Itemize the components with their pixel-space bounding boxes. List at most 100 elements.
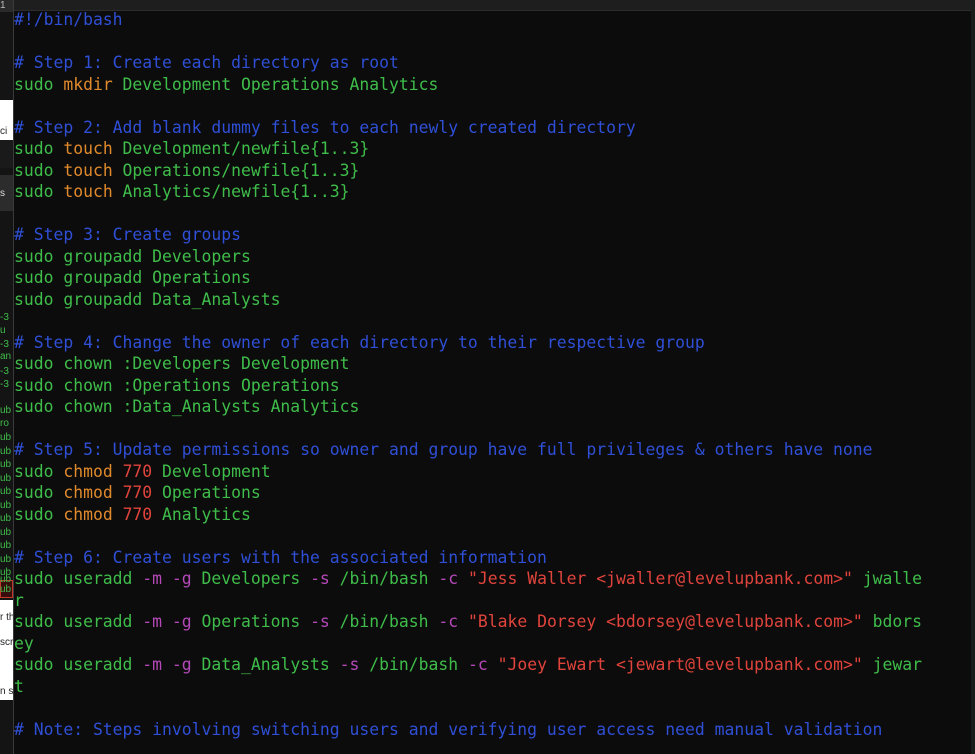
code-token-kw: touch (63, 182, 113, 201)
code-token-opt: -c (438, 569, 459, 588)
code-token-plain: Development/newfile{1..3} (112, 139, 370, 158)
code-token-str: "Blake Dorsey <bdorsey@levelupbank.com>" (468, 612, 863, 631)
background-text-fragment: -3 (0, 312, 9, 323)
background-text-fragment: s (0, 188, 5, 199)
code-line: # Step 6: Create users with the associat… (14, 547, 959, 569)
background-text-fragment: scr (0, 637, 13, 648)
code-token-comment: # Step 1: Create each directory as root (14, 53, 399, 72)
code-token-kw: chmod (63, 483, 113, 502)
background-text-fragment: -3 (0, 379, 9, 390)
code-token-plain: /bin/bash (359, 655, 468, 674)
code-token-plain: sudo (14, 461, 64, 481)
code-token-num: 770 (122, 504, 153, 524)
code-token-plain: r (14, 590, 24, 610)
code-line: sudo chmod 770 Analytics (14, 504, 959, 526)
code-line: sudo touch Development/newfile{1..3} (14, 138, 959, 160)
empty-line (14, 310, 959, 332)
code-token-plain: sudo useradd (14, 612, 143, 631)
code-token-opt: -m -g (142, 612, 192, 631)
code-token-plain: sudo groupadd Data_Analysts (14, 289, 281, 309)
code-token-plain: jewar (862, 655, 922, 674)
code-line: sudo chown :Data_Analysts Analytics (14, 396, 959, 418)
code-line: sudo groupadd Data_Analysts (14, 289, 959, 311)
code-token-plain: sudo groupadd Operations (14, 268, 251, 287)
code-line: t (14, 676, 959, 698)
code-line: # Step 4: Change the owner of each direc… (14, 332, 959, 354)
code-token-plain: Operations (191, 612, 311, 631)
code-token-plain: bdors (862, 612, 922, 631)
code-token-plain: Development (152, 461, 271, 481)
code-token-plain: sudo (14, 74, 64, 94)
code-line: # Step 1: Create each directory as root (14, 52, 959, 74)
code-line: sudo chown :Developers Development (14, 353, 959, 375)
code-editor[interactable]: #!/bin/bash # Step 1: Create each directo… (14, 9, 959, 740)
code-token-plain: t (14, 676, 24, 696)
code-line: sudo useradd -m -g Developers -s /bin/ba… (14, 568, 959, 590)
code-token-plain: sudo (14, 160, 64, 180)
code-line: sudo groupadd Operations (14, 267, 959, 289)
background-text-fragment: ub (0, 405, 12, 416)
code-line: sudo chmod 770 Development (14, 461, 959, 483)
code-token-plain: Operations/newfile{1..3} (112, 160, 360, 180)
code-line: sudo touch Operations/newfile{1..3} (14, 160, 959, 182)
code-line: #!/bin/bash (14, 9, 959, 31)
background-text-fragment: -3 (0, 366, 9, 377)
code-line: ey (14, 633, 959, 655)
background-text-fragment: 1 (0, 0, 6, 11)
scrollbar-track[interactable] (971, 10, 975, 754)
empty-line (14, 697, 959, 719)
code-token-comment: # Step 4: Change the owner of each direc… (14, 332, 705, 352)
code-token-plain: sudo (14, 504, 64, 524)
code-token-comment: # Step 6: Create users with the associat… (14, 547, 547, 567)
code-token-opt: -s (339, 655, 360, 674)
background-text-fragment: ub (0, 527, 12, 538)
code-token-kw: chmod (63, 461, 113, 481)
background-text-fragment: ub (0, 554, 12, 565)
code-token-comment: # Step 2: Add blank dummy files to each … (14, 117, 636, 137)
background-text-fragment: ub (0, 473, 12, 484)
code-line: # Step 5: Update permissions so owner an… (14, 439, 959, 461)
code-line: sudo groupadd Developers (14, 246, 959, 268)
background-text-fragment: ro (0, 418, 9, 429)
empty-line (14, 418, 959, 440)
empty-line (14, 95, 959, 117)
background-text-fragment: ub (0, 500, 12, 511)
background-text-fragment: ub (0, 432, 12, 443)
empty-line (14, 203, 959, 225)
code-line: sudo chmod 770 Operations (14, 482, 959, 504)
background-text-fragment: u (0, 325, 6, 336)
background-text-fragment: ub (0, 446, 12, 457)
background-text-fragment: ci (0, 126, 8, 137)
code-token-plain: ey (14, 633, 34, 653)
code-token-plain: sudo chown :Data_Analysts Analytics (14, 397, 360, 416)
background-text-fragment: an (0, 351, 12, 362)
code-token-num: 770 (122, 483, 153, 502)
code-token-plain: /bin/bash (329, 569, 439, 588)
background-text-fragment: ub (0, 513, 12, 524)
code-token-plain: sudo chown :Developers Development (14, 354, 350, 373)
code-token-plain: Operations (152, 483, 261, 502)
code-token-plain: sudo useradd (14, 655, 143, 674)
background-text-fragment: n st (0, 686, 13, 697)
code-token-kw: mkdir (63, 74, 113, 94)
code-token-plain: /bin/bash (329, 612, 439, 631)
code-token-plain: sudo (14, 139, 64, 158)
code-token-plain: sudo chown :Operations Operations (14, 375, 340, 395)
code-token-opt: -c (467, 655, 488, 674)
code-token-plain: Analytics (152, 504, 251, 524)
code-token-plain: sudo (14, 182, 64, 201)
code-token-plain: sudo useradd (14, 569, 143, 588)
code-token-plain: Developers (191, 569, 311, 588)
code-token-opt: -s (310, 569, 330, 588)
code-token-comment: # Note: Steps involving switching users … (14, 719, 883, 739)
code-token-plain: Analytics/newfile{1..3} (112, 182, 350, 201)
background-window-strip: 1 ci s -3 u -3 an -3 -3 ub ro ub ub ub ub ub ub ub ub ub ub u… (0, 0, 14, 754)
code-token-opt: -s (310, 612, 330, 631)
code-token-kw: touch (63, 160, 113, 180)
